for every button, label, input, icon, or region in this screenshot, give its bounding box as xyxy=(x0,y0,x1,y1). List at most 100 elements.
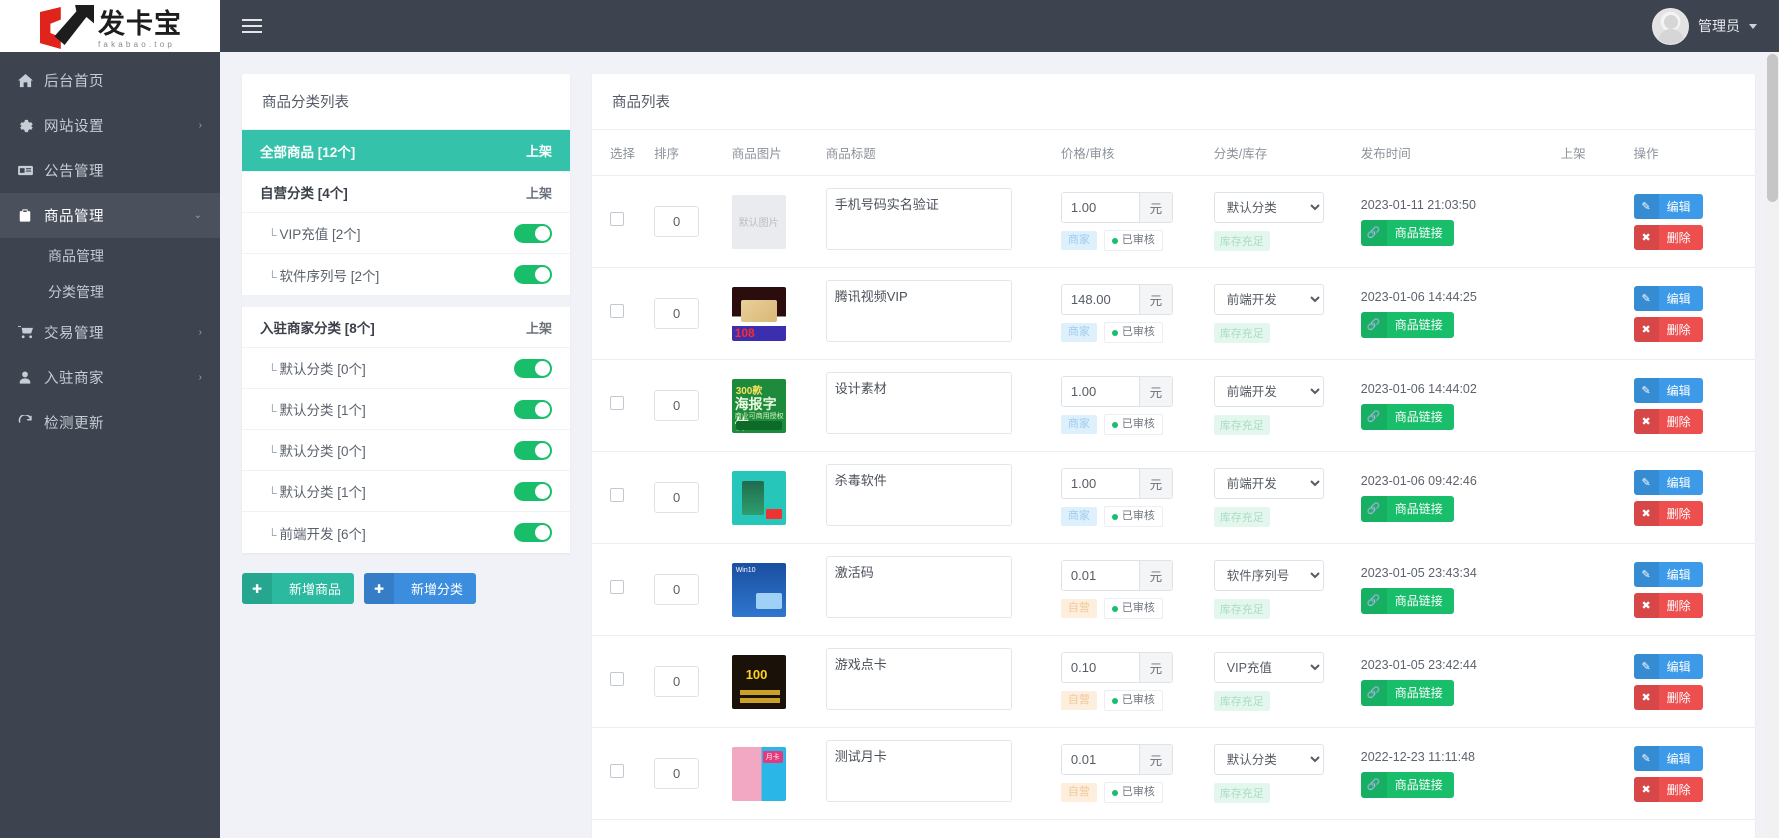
product-title-input[interactable]: 设计素材 xyxy=(825,372,1012,434)
price-input[interactable] xyxy=(1061,561,1139,591)
shelf-toggle[interactable] xyxy=(514,481,552,501)
edit-button[interactable]: ✎ 编辑 xyxy=(1633,193,1703,219)
price-input[interactable] xyxy=(1061,193,1139,223)
category-select[interactable]: 默认分类前端开发软件序列号VIP充值 xyxy=(1213,468,1324,499)
category-row-serial[interactable]: └ 软件序列号 [2个] xyxy=(242,254,570,295)
row-checkbox[interactable] xyxy=(610,212,624,226)
product-title-input[interactable]: 测试月卡 xyxy=(825,740,1012,802)
page-scrollbar[interactable]: ▲ xyxy=(1766,52,1779,838)
delete-button[interactable]: ✖ 删除 xyxy=(1633,684,1703,710)
price-field[interactable]: 元 xyxy=(1060,192,1173,224)
add-product-button[interactable]: ✚ 新增商品 xyxy=(242,573,355,604)
edit-button[interactable]: ✎ 编辑 xyxy=(1633,285,1703,311)
category-select[interactable]: 默认分类前端开发软件序列号VIP充值 xyxy=(1213,560,1324,591)
shelf-toggle[interactable] xyxy=(514,265,552,284)
product-link-button[interactable]: 🔗 商品链接 xyxy=(1360,771,1454,798)
sort-input[interactable] xyxy=(654,298,700,329)
delete-button[interactable]: ✖ 删除 xyxy=(1633,500,1703,526)
row-checkbox[interactable] xyxy=(610,580,624,594)
category-row-vip[interactable]: └ VIP充值 [2个] xyxy=(242,213,570,254)
user-menu[interactable]: 管理员 xyxy=(1652,7,1757,45)
product-link-button[interactable]: 🔗 商品链接 xyxy=(1360,219,1454,246)
product-link-button[interactable]: 🔗 商品链接 xyxy=(1360,587,1454,614)
shelf-toggle[interactable] xyxy=(514,358,552,378)
price-input[interactable] xyxy=(1061,285,1139,315)
category-row-frontend[interactable]: └ 前端开发 [6个] xyxy=(242,512,570,553)
delete-button[interactable]: ✖ 删除 xyxy=(1633,776,1703,802)
user-icon xyxy=(18,370,44,385)
product-title-input[interactable]: 杀毒软件 xyxy=(825,464,1012,526)
row-checkbox[interactable] xyxy=(610,764,624,778)
edit-button[interactable]: ✎ 编辑 xyxy=(1633,745,1703,771)
category-row-default-2[interactable]: └ 默认分类 [1个] xyxy=(242,389,570,430)
sidebar-subitem-product-manage[interactable]: 商品管理 xyxy=(0,238,220,274)
delete-button[interactable]: ✖ 删除 xyxy=(1633,316,1703,342)
delete-button[interactable]: ✖ 删除 xyxy=(1633,224,1703,250)
product-link-button[interactable]: 🔗 商品链接 xyxy=(1360,311,1454,338)
price-field[interactable]: 元 xyxy=(1060,468,1173,500)
product-link-button[interactable]: 🔗 商品链接 xyxy=(1360,495,1454,522)
edit-button[interactable]: ✎ 编辑 xyxy=(1633,469,1703,495)
category-select[interactable]: 默认分类前端开发软件序列号VIP充值 xyxy=(1213,284,1324,315)
product-title-input[interactable]: 腾讯视频VIP xyxy=(825,280,1012,342)
edit-button[interactable]: ✎ 编辑 xyxy=(1633,561,1703,587)
shelf-toggle[interactable] xyxy=(514,399,552,419)
shelf-toggle[interactable] xyxy=(514,523,552,542)
category-label: 全部商品 [12个] xyxy=(260,144,356,160)
product-link-button[interactable]: 🔗 商品链接 xyxy=(1360,679,1454,706)
sort-input[interactable] xyxy=(654,482,700,513)
shelf-toggle[interactable] xyxy=(514,223,552,243)
delete-button[interactable]: ✖ 删除 xyxy=(1633,408,1703,434)
category-row-default-4[interactable]: └ 默认分类 [1个] xyxy=(242,471,570,512)
hamburger-icon[interactable] xyxy=(238,13,266,39)
sidebar-item-announcements[interactable]: 公告管理 xyxy=(0,148,220,193)
product-title-input[interactable]: 手机号码实名验证 xyxy=(825,188,1012,250)
brand-logo[interactable]: 发卡宝 fakabao.top xyxy=(0,0,220,52)
sidebar-subitem-category-manage[interactable]: 分类管理 xyxy=(0,274,220,310)
cell-title: 测试月卡 xyxy=(817,727,1053,820)
delete-button[interactable]: ✖ 删除 xyxy=(1633,592,1703,618)
price-input[interactable] xyxy=(1061,745,1139,775)
sort-input[interactable] xyxy=(654,666,700,697)
row-checkbox[interactable] xyxy=(610,488,624,502)
sort-input[interactable] xyxy=(654,574,700,605)
category-row-default-3[interactable]: └ 默认分类 [0个] xyxy=(242,430,570,471)
row-checkbox[interactable] xyxy=(610,672,624,686)
sidebar-item-check-update[interactable]: 检测更新 xyxy=(0,400,220,445)
shelf-toggle[interactable] xyxy=(514,440,552,460)
category-select[interactable]: 默认分类前端开发软件序列号VIP充值 xyxy=(1213,192,1324,223)
row-checkbox[interactable] xyxy=(610,396,624,410)
sort-input[interactable] xyxy=(654,206,700,237)
sidebar-item-transactions[interactable]: 交易管理 › xyxy=(0,310,220,355)
price-field[interactable]: 元 xyxy=(1060,284,1173,316)
price-input[interactable] xyxy=(1061,377,1139,407)
scroll-thumb[interactable] xyxy=(1767,54,1778,202)
product-title-input[interactable]: 激活码 xyxy=(825,556,1012,618)
category-select[interactable]: 默认分类前端开发软件序列号VIP充值 xyxy=(1213,652,1324,683)
price-field[interactable]: 元 xyxy=(1060,560,1173,592)
stock-badge: 库存充足 xyxy=(1213,507,1270,527)
product-link-button[interactable]: 🔗 商品链接 xyxy=(1360,403,1454,430)
product-title-input[interactable]: 游戏点卡 xyxy=(825,648,1012,710)
edit-button[interactable]: ✎ 编辑 xyxy=(1633,377,1703,403)
sidebar-item-site-settings[interactable]: 网站设置 › xyxy=(0,103,220,148)
category-select[interactable]: 默认分类前端开发软件序列号VIP充值 xyxy=(1213,376,1324,407)
category-row-all-products[interactable]: 全部商品 [12个] 上架 xyxy=(242,130,570,172)
category-select[interactable]: 默认分类前端开发软件序列号VIP充值 xyxy=(1213,744,1324,775)
price-input[interactable] xyxy=(1061,469,1139,499)
price-field[interactable]: 元 xyxy=(1060,744,1173,776)
sidebar-item-merchants[interactable]: 入驻商家 › xyxy=(0,355,220,400)
sort-input[interactable] xyxy=(654,390,700,421)
sidebar-item-home[interactable]: 后台首页 xyxy=(0,58,220,103)
row-checkbox[interactable] xyxy=(610,304,624,318)
price-field[interactable]: 元 xyxy=(1060,652,1173,684)
add-category-button[interactable]: ✚ 新增分类 xyxy=(364,573,477,604)
category-row-self-group[interactable]: 自营分类 [4个] 上架 xyxy=(242,172,570,213)
price-input[interactable] xyxy=(1061,653,1139,683)
sidebar-item-product-management[interactable]: 商品管理 ⌄ xyxy=(0,193,220,238)
sort-input[interactable] xyxy=(654,758,700,789)
edit-button[interactable]: ✎ 编辑 xyxy=(1633,653,1703,679)
category-row-merchant-group[interactable]: 入驻商家分类 [8个] 上架 xyxy=(242,307,570,348)
category-row-default-1[interactable]: └ 默认分类 [0个] xyxy=(242,348,570,389)
price-field[interactable]: 元 xyxy=(1060,376,1173,408)
